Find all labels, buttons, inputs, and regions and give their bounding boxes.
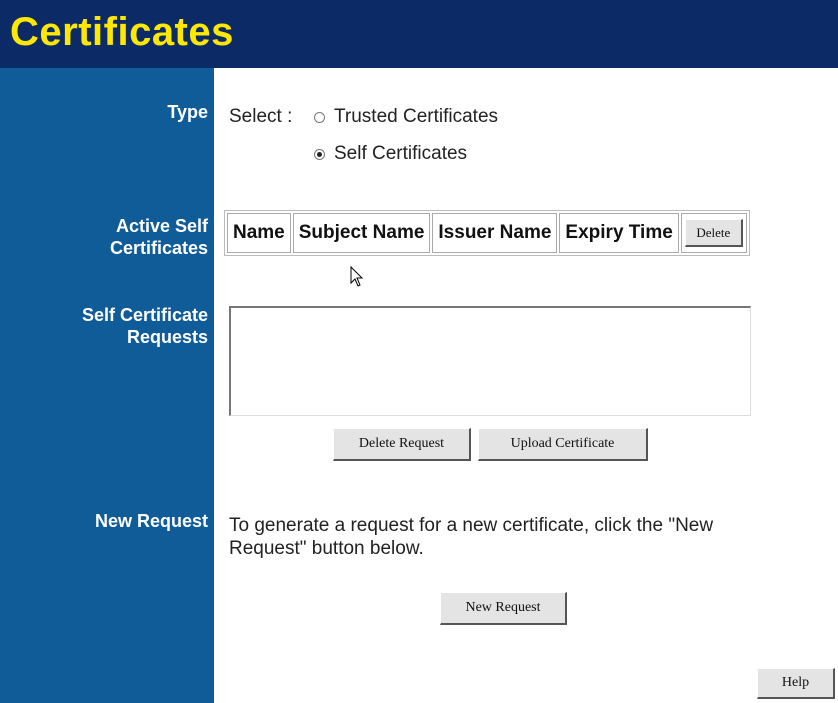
sidebar: Type Active Self Certificates Self Certi… <box>0 68 214 703</box>
column-expiry-time: Expiry Time <box>559 213 679 253</box>
self-certificate-requests-label: Self Certificate Requests <box>14 304 214 348</box>
mouse-pointer-icon <box>350 266 364 287</box>
active-self-certificates-label: Active Self Certificates <box>14 215 214 259</box>
self-certificate-requests-list[interactable] <box>229 306 751 416</box>
new-request-button[interactable]: New Request <box>440 592 567 625</box>
page-title: Certificates <box>10 10 234 54</box>
radio-option-self[interactable]: Self Certificates <box>314 143 467 165</box>
upload-certificate-button[interactable]: Upload Certificate <box>478 428 648 461</box>
help-button[interactable]: Help <box>757 668 835 699</box>
column-name: Name <box>227 213 291 253</box>
radio-option-trusted[interactable]: Trusted Certificates <box>314 106 498 128</box>
requests-label-line1: Self Certificate <box>81 305 208 325</box>
table-header-row: Name Subject Name Issuer Name Expiry Tim… <box>227 213 747 253</box>
active-certificates-table: Name Subject Name Issuer Name Expiry Tim… <box>224 210 750 256</box>
radio-trusted-button[interactable] <box>314 111 325 123</box>
requests-label-line2: Requests <box>126 327 208 347</box>
radio-self-button[interactable] <box>314 148 325 160</box>
radio-trusted-label: Trusted Certificates <box>334 106 499 127</box>
active-label-line2: Certificates <box>109 238 208 258</box>
column-subject-name: Subject Name <box>292 213 431 253</box>
new-request-description-line1: To generate a request for a new certific… <box>229 515 714 536</box>
new-request-description-line2: Request" button below. <box>229 538 424 559</box>
header-bar: Certificates <box>0 0 838 68</box>
type-section-label: Type <box>167 102 208 122</box>
delete-button[interactable]: Delete <box>684 219 743 247</box>
new-request-description: To generate a request for a new certific… <box>229 514 713 560</box>
delete-request-button[interactable]: Delete Request <box>333 428 471 461</box>
active-label-line1: Active Self <box>115 216 208 236</box>
radio-self-label: Self Certificates <box>334 143 468 164</box>
new-request-section-label: New Request <box>94 511 208 531</box>
delete-cell: Delete <box>680 213 747 253</box>
select-label: Select : <box>229 106 293 127</box>
column-issuer-name: Issuer Name <box>432 213 558 253</box>
